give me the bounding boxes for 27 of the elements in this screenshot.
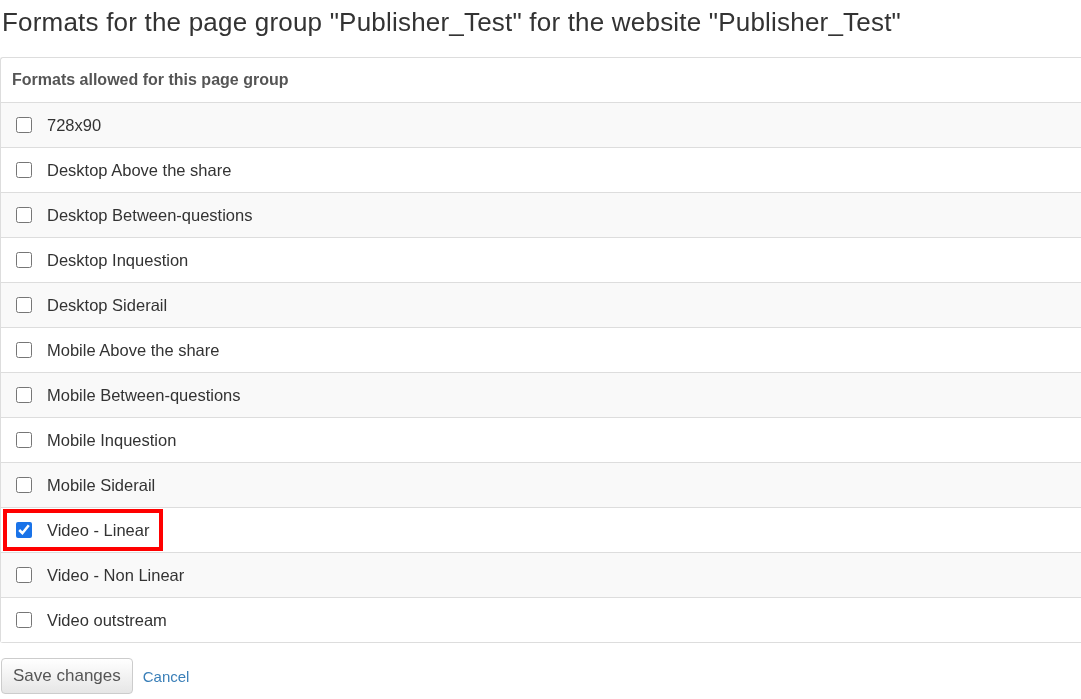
format-label: Video - Non Linear (47, 565, 185, 585)
format-label: Desktop Siderail (47, 295, 168, 315)
format-checkbox[interactable] (16, 252, 32, 268)
format-label: Mobile Between-questions (47, 385, 241, 405)
format-label: Desktop Above the share (47, 160, 232, 180)
format-label: Desktop Between-questions (47, 205, 253, 225)
format-checkbox[interactable] (16, 432, 32, 448)
format-checkbox[interactable] (16, 297, 32, 313)
format-label: Mobile Inquestion (47, 430, 177, 450)
format-checkbox[interactable] (16, 342, 32, 358)
save-button[interactable]: Save changes (1, 658, 133, 694)
format-checkbox[interactable] (16, 387, 32, 403)
page-title: Formats for the page group "Publisher_Test" for the website "Publisher_Test" (1, 6, 902, 39)
format-checkbox[interactable] (16, 207, 32, 223)
format-checkbox[interactable] (16, 162, 32, 178)
format-label: Desktop Inquestion (47, 250, 189, 270)
format-label: Mobile Siderail (47, 475, 156, 495)
format-label: 728x90 (47, 115, 102, 135)
format-checkbox[interactable] (16, 612, 32, 628)
format-checkbox[interactable] (16, 567, 32, 583)
cancel-link[interactable]: Cancel (142, 667, 190, 685)
format-label: Video outstream (47, 610, 167, 630)
format-checkbox[interactable] (16, 477, 32, 493)
format-checkbox[interactable] (16, 522, 32, 538)
format-checkbox[interactable] (16, 117, 32, 133)
format-label: Video - Linear (47, 520, 150, 540)
format-label: Mobile Above the share (47, 340, 220, 360)
